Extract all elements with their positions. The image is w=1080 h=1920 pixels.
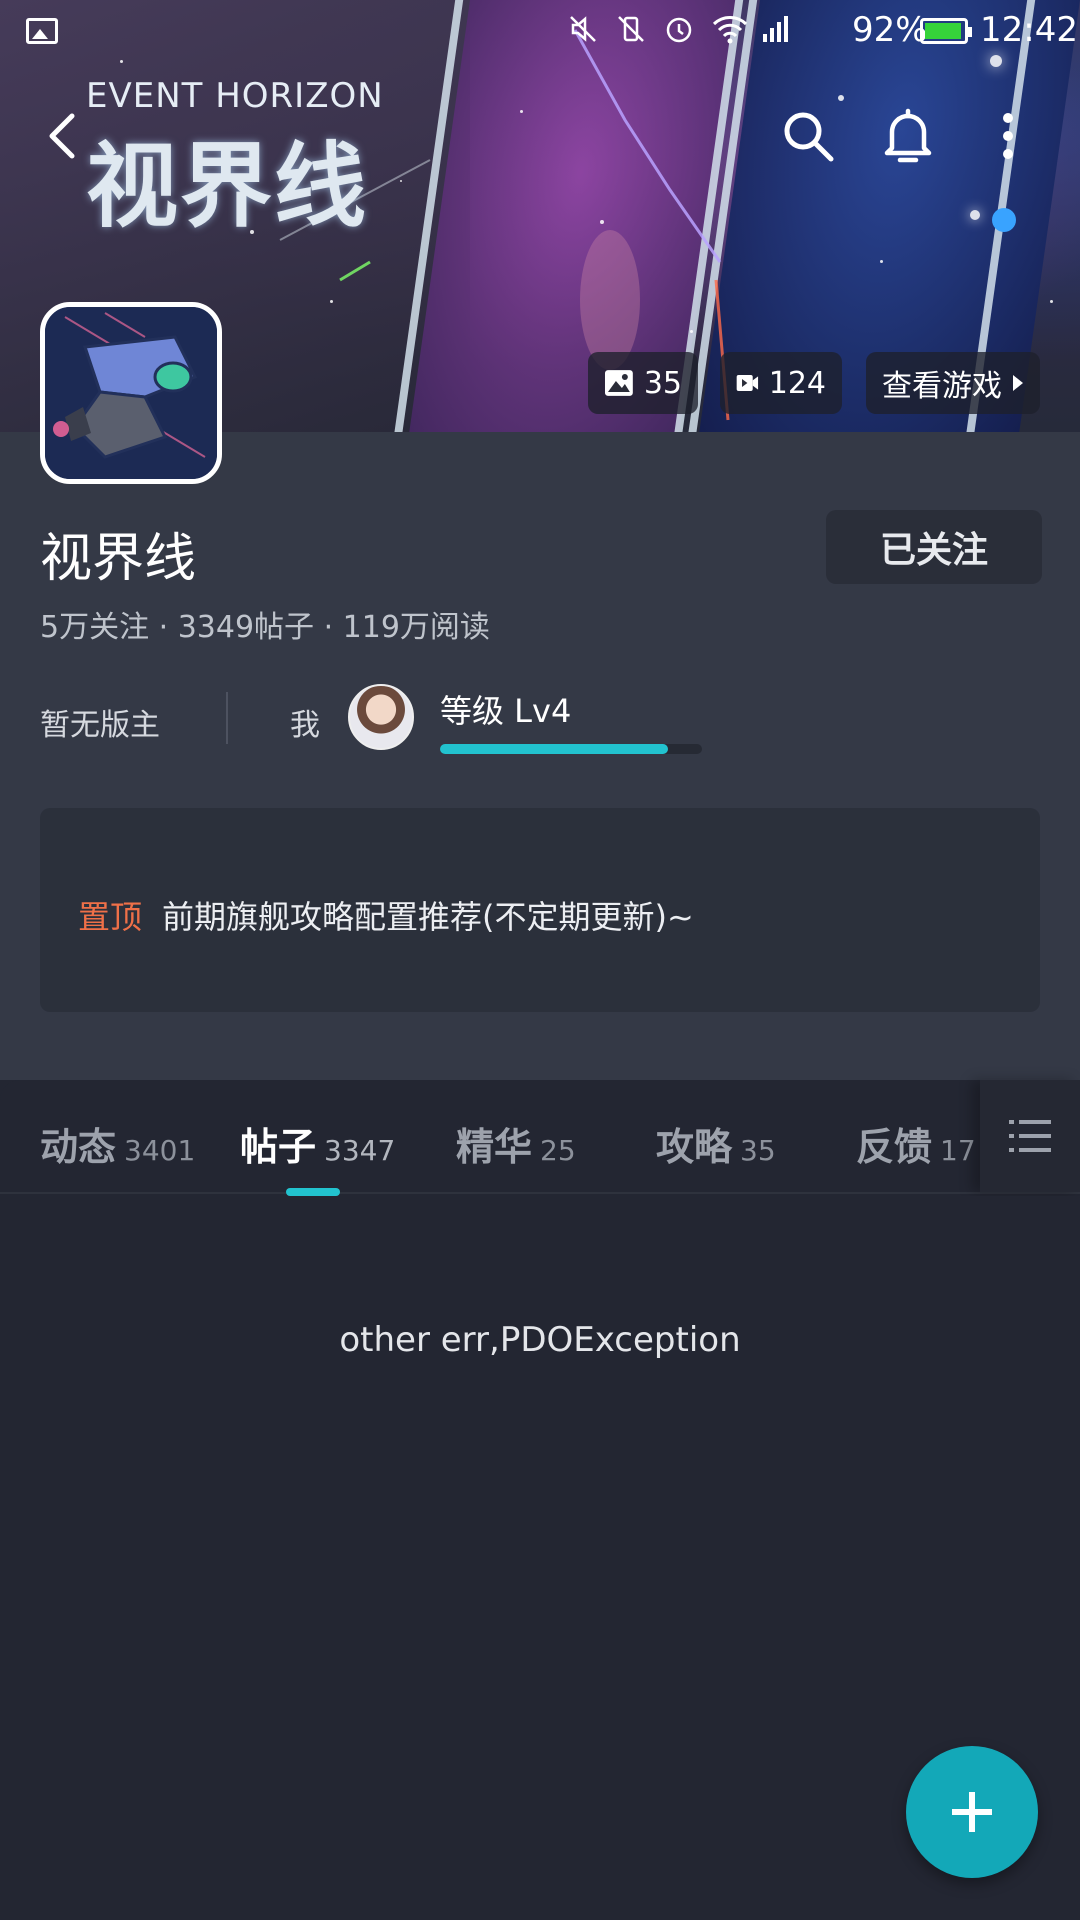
status-bar: 92% 12:42 bbox=[0, 0, 1080, 62]
active-tab-indicator bbox=[286, 1188, 340, 1196]
back-arrow-icon bbox=[49, 113, 75, 159]
tab-label: 动态 bbox=[40, 1125, 117, 1169]
signal-icon bbox=[760, 14, 790, 44]
forum-name: 视界线 bbox=[40, 529, 197, 589]
tab-count: 3347 bbox=[324, 1134, 396, 1167]
tab-featured[interactable]: 精华 25 bbox=[456, 1116, 576, 1171]
pinned-title: 前期旗舰攻略配置推荐(不定期更新)~ bbox=[162, 898, 694, 936]
tab-posts[interactable]: 帖子 3347 bbox=[240, 1116, 395, 1171]
more-vertical-icon bbox=[1003, 113, 1013, 159]
video-icon bbox=[736, 374, 759, 392]
videos-button[interactable]: 124 bbox=[720, 352, 842, 414]
tab-feedback[interactable]: 反馈 17 bbox=[856, 1116, 976, 1171]
search-icon bbox=[784, 112, 834, 162]
me-label: 我 bbox=[290, 708, 320, 743]
plus-icon bbox=[952, 1792, 992, 1832]
level-progress-bar bbox=[440, 744, 702, 754]
photos-count: 35 bbox=[643, 365, 682, 401]
tab-label: 帖子 bbox=[240, 1125, 317, 1169]
tab-label: 反馈 bbox=[856, 1125, 933, 1169]
tab-label: 精华 bbox=[456, 1125, 533, 1169]
banner-title-cn: 视界线 bbox=[86, 133, 369, 240]
back-button[interactable] bbox=[30, 104, 94, 168]
divider bbox=[226, 692, 228, 744]
moderator-text: 暂无版主 bbox=[40, 708, 160, 743]
tab-dynamics[interactable]: 动态 3401 bbox=[40, 1116, 195, 1171]
avatar[interactable] bbox=[348, 684, 414, 750]
videos-count: 124 bbox=[768, 365, 826, 401]
spaceship-logo bbox=[45, 307, 217, 479]
caret-right-icon bbox=[1013, 375, 1023, 391]
alarm-icon bbox=[664, 14, 694, 44]
notifications-button[interactable] bbox=[876, 104, 940, 168]
image-icon bbox=[604, 370, 633, 396]
bell-icon bbox=[884, 108, 932, 163]
search-button[interactable] bbox=[776, 104, 840, 168]
follow-button[interactable]: 已关注 bbox=[826, 510, 1042, 584]
new-post-button[interactable] bbox=[906, 1746, 1038, 1878]
forum-page: 92% 12:42 EVENT HORIZON 视界线 35 124 查看游戏 … bbox=[0, 0, 1080, 1920]
view-game-button[interactable]: 查看游戏 bbox=[866, 352, 1040, 414]
tab-count: 17 bbox=[940, 1134, 976, 1167]
tab-label: 攻略 bbox=[656, 1125, 733, 1169]
forum-info: 视界线 已关注 5万关注 · 3349帖子 · 119万阅读 暂无版主 我 等级… bbox=[0, 432, 1080, 1080]
photos-button[interactable]: 35 bbox=[588, 352, 698, 414]
list-icon bbox=[1009, 1120, 1051, 1152]
forum-stats: 5万关注 · 3349帖子 · 119万阅读 bbox=[40, 610, 490, 645]
vibrate-off-icon bbox=[616, 14, 646, 44]
tab-guides[interactable]: 攻略 35 bbox=[656, 1116, 776, 1171]
view-game-label: 查看游戏 bbox=[882, 369, 1002, 404]
more-button[interactable] bbox=[976, 104, 1040, 168]
tab-count: 35 bbox=[740, 1134, 776, 1167]
battery-icon bbox=[920, 18, 972, 44]
game-icon bbox=[40, 302, 222, 484]
tab-count: 25 bbox=[540, 1134, 576, 1167]
error-message: other err,PDOException bbox=[339, 1320, 741, 1360]
wifi-icon bbox=[712, 14, 748, 44]
clock: 12:42 bbox=[980, 10, 1078, 50]
pinned-post[interactable]: 置顶 前期旗舰攻略配置推荐(不定期更新)~ bbox=[40, 808, 1040, 1012]
pinned-tag: 置顶 bbox=[78, 898, 143, 936]
tab-count: 3401 bbox=[124, 1134, 196, 1167]
level-label: 等级 Lv4 bbox=[440, 692, 572, 730]
battery-percent: 92% bbox=[852, 10, 928, 50]
tab-list-button[interactable] bbox=[980, 1080, 1080, 1192]
mute-icon bbox=[568, 14, 598, 44]
tab-bar: 动态 3401 帖子 3347 精华 25 攻略 35 反馈 17 bbox=[0, 1080, 1080, 1196]
banner-title-en: EVENT HORIZON bbox=[86, 76, 384, 116]
gallery-icon bbox=[26, 18, 58, 44]
level-progress-fill bbox=[440, 744, 668, 754]
